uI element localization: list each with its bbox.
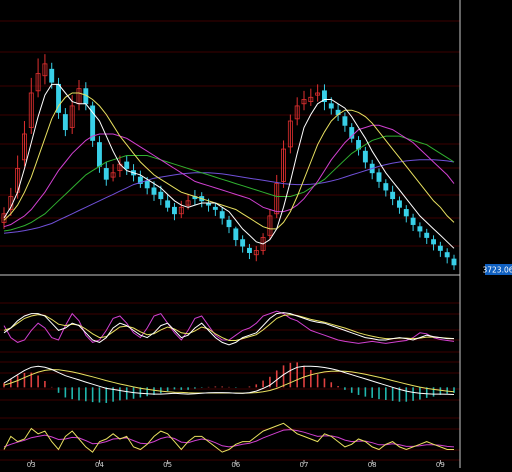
candle-body <box>390 191 396 200</box>
candle-body <box>49 68 55 83</box>
candle-body <box>383 183 389 191</box>
candle-body <box>410 217 416 225</box>
price-tag: 3723.06 <box>482 264 512 275</box>
candle-body <box>165 200 171 208</box>
candle-body <box>233 228 239 241</box>
chart-background <box>0 0 512 468</box>
candle-body <box>362 150 368 163</box>
x-tick-label: 09 <box>436 461 445 468</box>
x-tick-label: 08 <box>368 461 377 468</box>
candle-body <box>328 103 334 109</box>
candle-body <box>172 206 177 215</box>
candle-body <box>417 226 423 232</box>
x-tick-label: 03 <box>27 461 36 468</box>
candle-body <box>444 252 450 258</box>
candle-body <box>247 247 252 253</box>
candle-body <box>226 219 232 228</box>
candle-body <box>437 245 443 251</box>
candle-body <box>158 191 164 200</box>
last-price-tag-label: 3723.06 <box>482 266 512 275</box>
candle-body <box>103 168 109 180</box>
candle-body <box>451 258 457 266</box>
candle-body <box>376 172 382 182</box>
candle-body <box>144 181 150 189</box>
candle-body <box>240 239 246 247</box>
x-tick-label: 05 <box>163 461 172 468</box>
stock-chart-svg: 03 04 05 06 07 08 09 3723.06 <box>0 0 512 469</box>
candle-body <box>212 206 218 210</box>
stock-chart-window: 03 04 05 06 07 08 09 3723.06 <box>0 0 512 469</box>
candle-body <box>424 232 430 238</box>
candle-body <box>431 239 436 245</box>
candle-body <box>219 211 225 219</box>
x-tick-label: 07 <box>300 461 309 468</box>
candle-body <box>97 142 102 167</box>
candle-body <box>62 114 68 131</box>
x-tick-label: 06 <box>231 461 240 468</box>
candle-body <box>397 200 402 208</box>
candle-body <box>151 187 157 195</box>
candle-body <box>124 161 130 169</box>
candle-body <box>403 209 409 217</box>
candle-body <box>342 116 348 126</box>
x-tick-label: 04 <box>95 461 104 468</box>
